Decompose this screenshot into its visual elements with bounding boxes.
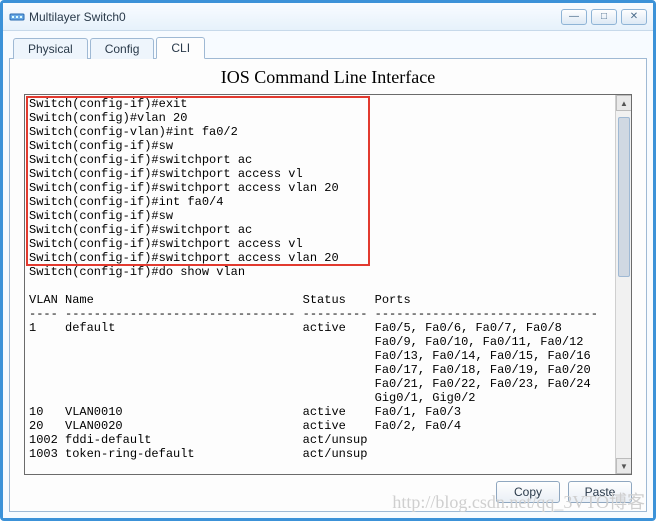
copy-button[interactable]: Copy (496, 481, 560, 503)
maximize-button[interactable]: □ (591, 9, 617, 25)
window-frame: Multilayer Switch0 — □ ✕ Physical Config… (0, 0, 656, 521)
scroll-up-button[interactable]: ▲ (616, 95, 632, 111)
paste-button[interactable]: Paste (568, 481, 632, 503)
button-row: Copy Paste (24, 481, 632, 503)
switch-icon (9, 9, 25, 25)
close-button[interactable]: ✕ (621, 9, 647, 25)
minimize-button[interactable]: — (561, 9, 587, 25)
tab-strip: Physical Config CLI (13, 35, 647, 59)
scrollbar[interactable]: ▲ ▼ (615, 95, 631, 474)
scroll-thumb[interactable] (618, 117, 630, 277)
terminal-output[interactable]: Switch(config-if)#exit Switch(config)#vl… (25, 95, 615, 474)
tab-cli[interactable]: CLI (156, 37, 205, 59)
cli-panel: IOS Command Line Interface Switch(config… (9, 58, 647, 512)
panel-title: IOS Command Line Interface (24, 67, 632, 88)
scroll-down-button[interactable]: ▼ (616, 458, 632, 474)
terminal-wrapper: Switch(config-if)#exit Switch(config)#vl… (24, 94, 632, 475)
tab-config[interactable]: Config (90, 38, 155, 59)
tab-physical[interactable]: Physical (13, 38, 88, 59)
titlebar[interactable]: Multilayer Switch0 — □ ✕ (3, 3, 653, 31)
window-buttons: — □ ✕ (561, 9, 647, 25)
window-title: Multilayer Switch0 (29, 10, 561, 24)
client-area: Physical Config CLI IOS Command Line Int… (3, 31, 653, 518)
